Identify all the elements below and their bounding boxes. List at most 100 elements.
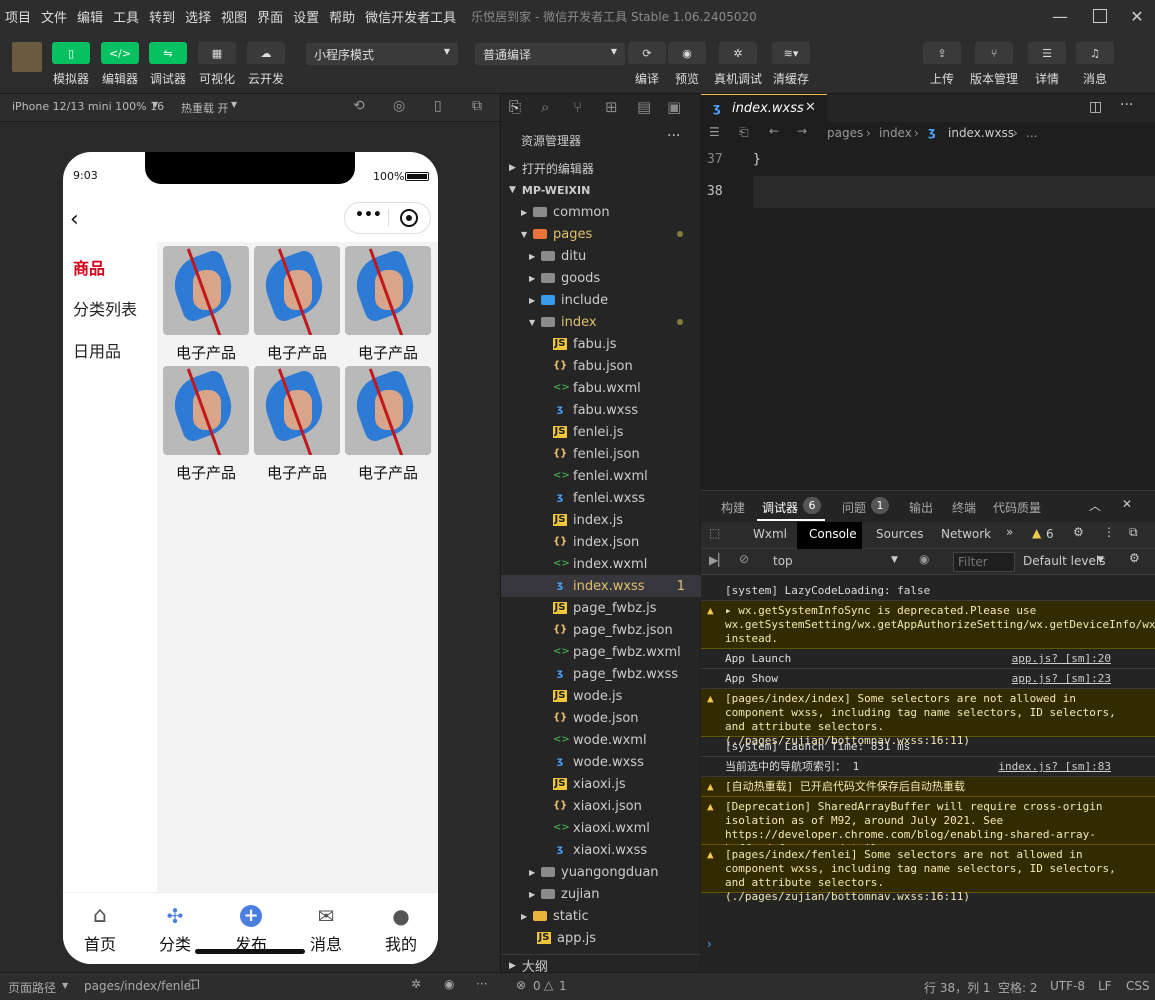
upload-button[interactable]: ⇪ 上传 xyxy=(919,42,965,87)
avatar[interactable] xyxy=(12,42,42,72)
phone-icon[interactable]: ▯ xyxy=(434,98,442,114)
cursor-position[interactable]: 行 38，列 1 xyxy=(924,979,991,996)
minimize-icon[interactable]: — xyxy=(1040,0,1080,32)
tab-publish[interactable]: + 发布 xyxy=(221,905,281,955)
cloud-button[interactable]: ☁ 云开发 xyxy=(243,42,289,87)
file-item[interactable]: {} xiaoxi.json xyxy=(501,795,701,817)
folder-item[interactable]: ▶ ditu xyxy=(501,245,701,267)
file-item[interactable]: <> wode.wxml xyxy=(501,729,701,751)
more-icon[interactable]: ••• xyxy=(355,207,382,223)
menu-project[interactable]: 项目 xyxy=(0,7,36,26)
forward-arrow-icon[interactable]: → xyxy=(797,124,807,138)
stop-icon[interactable]: ◎ xyxy=(393,98,405,114)
file-item[interactable]: ʒ fabu.wxss xyxy=(501,399,701,421)
menu-edit[interactable]: 编辑 xyxy=(72,7,108,26)
file-item[interactable]: JS page_fwbz.js xyxy=(501,597,701,619)
popout-icon[interactable]: ⧉ xyxy=(472,98,482,114)
version-button[interactable]: ⑂ 版本管理 xyxy=(970,42,1018,87)
extensions-icon[interactable]: ⊞ xyxy=(605,98,618,116)
file-item[interactable]: {} wode.json xyxy=(501,707,701,729)
eye-icon[interactable]: ◉ xyxy=(444,977,454,991)
product-card[interactable]: 电子产品 xyxy=(163,246,249,363)
source-link[interactable]: index.js? [sm]:83 xyxy=(998,760,1111,774)
console-prompt-icon[interactable]: › xyxy=(707,937,712,951)
sidebar-toggle-icon[interactable]: ▶▏ xyxy=(709,553,727,567)
simulator-button[interactable]: ▯ 模拟器 xyxy=(48,42,94,87)
git-icon[interactable]: ⑂ xyxy=(573,98,582,116)
file-item[interactable]: <> fabu.wxml xyxy=(501,377,701,399)
tab-sources[interactable]: Sources xyxy=(876,527,923,541)
product-card[interactable]: 电子产品 xyxy=(345,366,431,483)
menu-file[interactable]: 文件 xyxy=(36,7,72,26)
tab-build[interactable]: 构建 xyxy=(721,499,745,516)
file-item[interactable]: ʒ fenlei.wxss xyxy=(501,487,701,509)
tab-index-wxss[interactable]: ʒ index.wxss ✕ xyxy=(701,94,827,122)
category-item[interactable]: 商品 xyxy=(73,255,105,279)
eye-icon[interactable]: ◉ xyxy=(919,552,929,566)
breadcrumb-item[interactable]: index.wxss xyxy=(948,126,1014,140)
file-item[interactable]: {} fenlei.json xyxy=(501,443,701,465)
breadcrumb-item[interactable]: index xyxy=(879,126,912,140)
back-arrow-icon[interactable]: ← xyxy=(769,124,779,138)
mode-select[interactable]: 小程序模式 ▼ xyxy=(306,43,458,65)
messages-button[interactable]: ♫ 消息 xyxy=(1072,42,1118,87)
menu-interface[interactable]: 界面 xyxy=(252,7,288,26)
tab-mine[interactable]: ● 我的 xyxy=(371,905,431,955)
breadcrumb-item[interactable]: pages xyxy=(827,126,863,140)
file-item[interactable]: {} page_fwbz.json xyxy=(501,619,701,641)
menu-settings[interactable]: 设置 xyxy=(288,7,324,26)
warning-count[interactable]: 1 xyxy=(559,979,567,993)
file-item[interactable]: <> page_fwbz.wxml xyxy=(501,641,701,663)
product-card[interactable]: 电子产品 xyxy=(345,246,431,363)
source-link[interactable]: app.js? [sm]:23 xyxy=(1012,672,1111,686)
file-item[interactable]: ʒ index.wxss 1 xyxy=(501,575,701,597)
category-item[interactable]: 分类列表 xyxy=(73,296,137,320)
encoding[interactable]: UTF-8 xyxy=(1050,979,1085,993)
close-icon[interactable]: ✕ xyxy=(1122,497,1132,511)
bug-icon[interactable]: ✲ xyxy=(411,977,421,991)
folder-item[interactable]: ▶ zujian xyxy=(501,883,701,905)
clear-cache-button[interactable]: ≋▾ 清缓存 xyxy=(768,42,814,87)
search-icon[interactable]: ⌕ xyxy=(541,98,549,116)
real-debug-button[interactable]: ✲ 真机调试 xyxy=(714,42,762,87)
more-icon[interactable]: ··· xyxy=(476,977,487,991)
inspect-icon[interactable]: ⬚ xyxy=(709,526,720,540)
file-item[interactable]: {} fabu.json xyxy=(501,355,701,377)
menu-view[interactable]: 视图 xyxy=(216,7,252,26)
close-mini-program-icon[interactable] xyxy=(400,209,418,227)
product-card[interactable]: 电子产品 xyxy=(163,366,249,483)
file-item[interactable]: JS wode.js xyxy=(501,685,701,707)
tab-console-active[interactable]: Console xyxy=(797,522,862,549)
menu-goto[interactable]: 转到 xyxy=(144,7,180,26)
breadcrumb-item[interactable]: ... xyxy=(1026,126,1037,140)
list-icon[interactable]: ☰ xyxy=(709,125,720,139)
device-select[interactable]: iPhone 12/13 mini 100% 16 xyxy=(12,100,164,113)
menu-wechat-devtools[interactable]: 微信开发者工具 xyxy=(360,7,461,26)
context-select[interactable]: top ▼ xyxy=(767,552,905,572)
clear-console-icon[interactable]: ⊘ xyxy=(739,552,749,566)
more-vertical-icon[interactable]: ⋮ xyxy=(1103,525,1115,539)
filter-input[interactable] xyxy=(953,552,1015,572)
file-item[interactable]: <> index.wxml xyxy=(501,553,701,575)
close-icon[interactable]: ✕ xyxy=(1117,0,1155,32)
folder-item[interactable]: ▶ common xyxy=(501,201,701,223)
product-card[interactable]: 电子产品 xyxy=(254,366,340,483)
folder-item[interactable]: ▶ goods xyxy=(501,267,701,289)
more-icon[interactable]: ··· xyxy=(1120,97,1133,113)
visual-button[interactable]: ▦ 可视化 xyxy=(194,42,240,87)
tab-output[interactable]: 输出 xyxy=(909,499,933,516)
gear-icon[interactable]: ⚙ xyxy=(1073,525,1084,539)
back-icon[interactable]: ‹ xyxy=(70,207,79,232)
copy-icon[interactable]: ❐ xyxy=(189,978,200,992)
file-item[interactable]: ʒ page_fwbz.wxss xyxy=(501,663,701,685)
gear-icon[interactable]: ⚙ xyxy=(1129,551,1140,565)
project-section[interactable]: ▼ MP-WEIXIN xyxy=(501,179,701,201)
category-item[interactable]: 日用品 xyxy=(73,338,121,362)
folder-item[interactable]: ▶ static xyxy=(501,905,701,927)
file-item[interactable]: JS fabu.js xyxy=(501,333,701,355)
product-card[interactable]: 电子产品 xyxy=(254,246,340,363)
tab-category[interactable]: ✣ 分类 xyxy=(145,905,205,955)
folder-item[interactable]: ▼ pages xyxy=(501,223,701,245)
chevron-up-icon[interactable]: ︿ xyxy=(1089,497,1101,514)
files-icon[interactable]: ⎘ xyxy=(509,98,521,116)
